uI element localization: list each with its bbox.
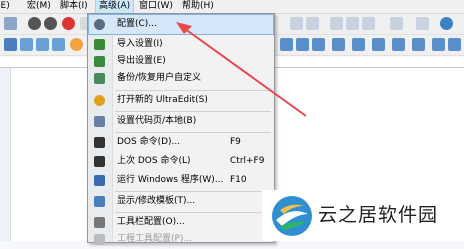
watermark-logo-icon bbox=[272, 196, 312, 236]
watermark: 云之居软件园 bbox=[262, 190, 464, 241]
watermark-text: 云之居软件园 bbox=[318, 204, 439, 226]
arrow-line bbox=[180, 25, 307, 117]
